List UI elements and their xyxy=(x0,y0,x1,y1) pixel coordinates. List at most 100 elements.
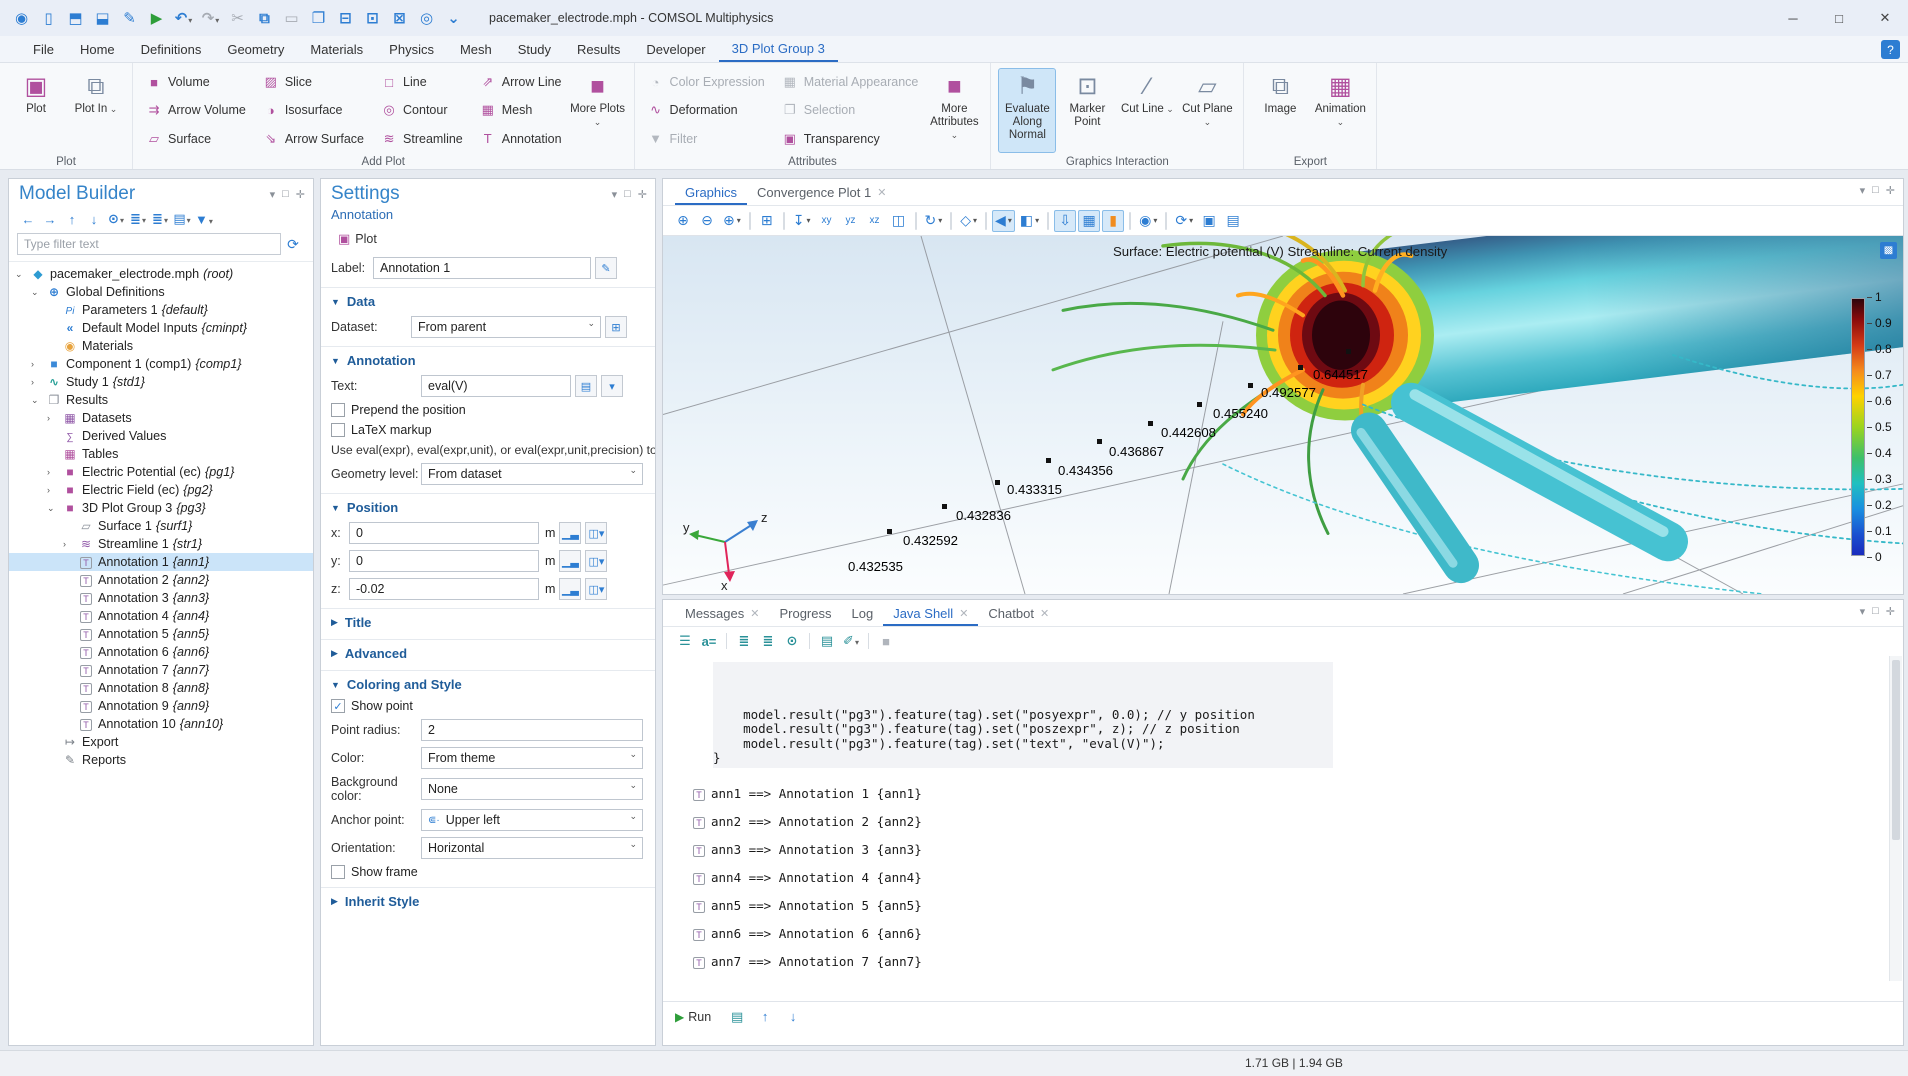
add-plot-item[interactable]: T Annotation xyxy=(473,127,568,151)
menu-item[interactable]: Physics xyxy=(376,36,447,62)
titlebar-icon[interactable]: ↶▾ xyxy=(170,9,197,27)
section-data[interactable]: ▼Data xyxy=(321,287,655,313)
cut-line-button[interactable]: ∕ Cut Line xyxy=(1118,68,1176,153)
tree-item[interactable]: Annotation 1 {ann1} xyxy=(9,553,313,571)
graphics-toolbar-icon[interactable]: ▾ xyxy=(1198,210,1220,232)
console-tab[interactable]: Log ✕ xyxy=(842,606,884,626)
graphics-toolbar-icon[interactable]: ▾ xyxy=(1165,212,1167,230)
graphics-tab[interactable]: Convergence Plot 1 ✕ xyxy=(747,185,896,205)
tree-item[interactable]: › Study 1 {std1} xyxy=(9,373,313,391)
graphics-toolbar-icon[interactable]: ▾ xyxy=(915,212,917,230)
graphics-toolbar-icon[interactable]: ▾ xyxy=(783,212,785,230)
float-panel-icon[interactable]: □ xyxy=(624,188,631,201)
show-frame-checkbox[interactable] xyxy=(331,865,345,879)
add-plot-item[interactable]: ⇉ Arrow Volume xyxy=(139,98,252,122)
attribute-item[interactable]: ∿ Deformation xyxy=(641,98,771,122)
java-shell-toolbar-icon[interactable]: ▾ xyxy=(868,633,869,649)
canvas-context-icon[interactable]: ▩ xyxy=(1880,242,1897,259)
filter-input[interactable]: Type filter text xyxy=(17,233,281,255)
add-plot-item[interactable]: ▱ Surface xyxy=(139,127,252,151)
plot-canvas[interactable]: Surface: Electric potential (V) Streamli… xyxy=(663,236,1903,594)
tree-item[interactable]: › Streamline 1 {str1} xyxy=(9,535,313,553)
label-field[interactable]: Annotation 1 xyxy=(373,257,591,279)
java-shell-toolbar-icon[interactable]: ≣▾ xyxy=(756,633,780,649)
graphics-toolbar-icon[interactable]: ▾ xyxy=(985,212,987,230)
console-tab[interactable]: Messages ✕ xyxy=(675,606,769,626)
pin-panel-icon[interactable]: ✛ xyxy=(296,188,305,201)
add-plot-item[interactable]: ⇗ Arrow Line xyxy=(473,70,568,94)
tree-item[interactable]: Parameters 1 {default} xyxy=(9,301,313,319)
menu-item[interactable]: File xyxy=(20,36,67,62)
add-plot-item[interactable]: ≋ Streamline xyxy=(374,127,469,151)
titlebar-icon[interactable]: ◉▾ xyxy=(8,9,35,27)
prepend-position-row[interactable]: Prepend the position xyxy=(321,400,655,420)
section-inherit-style[interactable]: ▶Inherit Style xyxy=(321,887,655,913)
close-tab-icon[interactable]: ✕ xyxy=(1040,607,1049,620)
section-coloring-style[interactable]: ▼Coloring and Style xyxy=(321,670,655,696)
cut-plane-button[interactable]: ▱ Cut Plane xyxy=(1178,68,1236,153)
tree-expander-icon[interactable]: › xyxy=(63,539,77,549)
model-builder-toolbar-icon[interactable]: ▤▾ xyxy=(171,211,193,227)
more-attributes-button[interactable]: ■ More Attributes xyxy=(925,68,983,153)
z-range-icon[interactable]: ▁▃ xyxy=(559,578,581,600)
section-annotation[interactable]: ▼Annotation xyxy=(321,346,655,372)
tree-item[interactable]: Annotation 2 {ann2} xyxy=(9,571,313,589)
model-builder-toolbar-icon[interactable]: ≣▾ xyxy=(149,211,171,227)
attribute-item[interactable]: ▦ Material Appearance xyxy=(775,70,925,94)
refresh-icon[interactable]: ⟳ xyxy=(281,236,305,253)
tree-expander-icon[interactable]: › xyxy=(31,377,45,387)
add-plot-item[interactable]: ⇘ Arrow Surface xyxy=(256,127,370,151)
graphics-toolbar-icon[interactable]: ▾ xyxy=(1017,210,1042,232)
background-color-dropdown[interactable]: None xyxy=(421,778,643,800)
java-shell-toolbar-icon[interactable]: ✐▾ xyxy=(839,633,863,649)
graphics-toolbar-icon[interactable]: ▾ xyxy=(720,210,744,232)
tree-item[interactable]: Annotation 8 {ann8} xyxy=(9,679,313,697)
menu-item[interactable]: Developer xyxy=(633,36,718,62)
graphics-toolbar-icon[interactable]: ▾ xyxy=(992,210,1015,232)
add-plot-item[interactable]: ▨ Slice xyxy=(256,70,370,94)
more-plots-button[interactable]: ■ More Plots xyxy=(569,68,627,153)
contextual-tab-3d-plot-group[interactable]: 3D Plot Group 3 xyxy=(719,36,838,62)
console-input-icon[interactable]: ▤ xyxy=(725,1009,749,1025)
panel-menu-icon[interactable]: ▾ xyxy=(1860,184,1866,197)
tree-item[interactable]: › Datasets xyxy=(9,409,313,427)
tree-expander-icon[interactable]: ⌄ xyxy=(31,287,45,298)
show-frame-row[interactable]: Show frame xyxy=(321,862,655,882)
section-position[interactable]: ▼Position xyxy=(321,493,655,519)
plot-button[interactable]: ▣ Plot xyxy=(7,68,65,153)
geometry-level-dropdown[interactable]: From dataset xyxy=(421,463,643,485)
console-tab[interactable]: Java Shell ✕ xyxy=(883,606,978,626)
add-plot-item[interactable]: □ Line xyxy=(374,70,469,94)
graphics-toolbar-icon[interactable]: ▾ xyxy=(672,210,694,232)
java-shell-toolbar-icon[interactable]: ⊙▾ xyxy=(780,633,804,649)
float-panel-icon[interactable]: □ xyxy=(1872,184,1879,197)
tree-expander-icon[interactable]: ⌄ xyxy=(47,503,61,514)
model-builder-toolbar-icon[interactable]: ←▾ xyxy=(17,212,39,227)
attribute-item[interactable]: ▣ Transparency xyxy=(775,127,925,151)
vertical-scrollbar[interactable] xyxy=(1889,656,1902,981)
history-up-icon[interactable]: ↑ xyxy=(753,1009,777,1024)
graphics-tab[interactable]: Graphics ✕ xyxy=(675,185,747,205)
float-panel-icon[interactable]: □ xyxy=(282,188,289,201)
x-unit-icon[interactable]: ◫▾ xyxy=(585,522,607,544)
prepend-position-checkbox[interactable] xyxy=(331,403,345,417)
java-shell-toolbar-icon[interactable]: ▾ xyxy=(809,633,810,649)
titlebar-icon[interactable]: ⊠▾ xyxy=(386,9,413,27)
titlebar-icon[interactable]: ❐▾ xyxy=(305,9,332,27)
graphics-toolbar-icon[interactable]: ▾ xyxy=(1172,210,1196,232)
tree-expander-icon[interactable]: ⌄ xyxy=(31,395,45,406)
java-shell-toolbar-icon[interactable]: ≣▾ xyxy=(732,633,756,649)
tree-item[interactable]: › Component 1 (comp1) {comp1} xyxy=(9,355,313,373)
graphics-toolbar-icon[interactable]: ▾ xyxy=(790,210,814,232)
menu-item[interactable]: Study xyxy=(505,36,564,62)
menu-item[interactable]: Results xyxy=(564,36,633,62)
point-radius-field[interactable]: 2 xyxy=(421,719,643,741)
titlebar-icon[interactable]: ↷▾ xyxy=(197,9,224,27)
attribute-item[interactable]: ▼ Filter xyxy=(641,127,771,151)
graphics-toolbar-icon[interactable]: ▾ xyxy=(756,210,778,232)
menu-item[interactable]: Definitions xyxy=(128,36,215,62)
pin-panel-icon[interactable]: ✛ xyxy=(1886,605,1895,618)
tree-item[interactable]: ⌄ pacemaker_electrode.mph (root) xyxy=(9,265,313,283)
menu-item[interactable]: Home xyxy=(67,36,128,62)
tree-expander-icon[interactable]: ⌄ xyxy=(15,269,29,280)
